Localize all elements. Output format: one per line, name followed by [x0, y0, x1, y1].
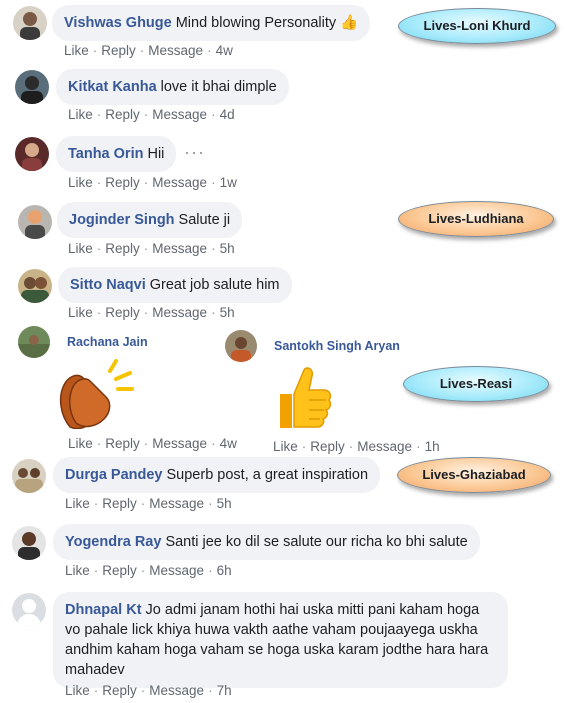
like-link[interactable]: Like: [68, 305, 93, 320]
avatar[interactable]: [15, 70, 49, 104]
like-link[interactable]: Like: [68, 175, 93, 190]
message-link[interactable]: Message: [148, 43, 203, 58]
comment-text: love it bhai dimple: [160, 79, 277, 95]
message-link[interactable]: Message: [152, 436, 207, 451]
comment-text: Great job salute him: [149, 277, 280, 293]
default-avatar-icon[interactable]: [12, 593, 46, 627]
like-link[interactable]: Like: [68, 241, 93, 256]
timestamp[interactable]: 5h: [217, 496, 232, 511]
avatar[interactable]: [18, 326, 50, 358]
timestamp[interactable]: 4d: [220, 107, 235, 122]
commenter-name[interactable]: Rachana Jain: [67, 335, 148, 349]
comment-actions: Like · Reply · Message · 4w: [64, 43, 233, 58]
comment-actions: Like · Reply · Message · 1w: [68, 175, 237, 190]
avatar[interactable]: [225, 330, 257, 362]
reply-link[interactable]: Reply: [105, 107, 140, 122]
comment-bubble: Yogendra Ray Santi jee ko dil se salute o…: [53, 524, 480, 560]
like-link[interactable]: Like: [65, 563, 90, 578]
comment-text: Hii: [147, 146, 165, 162]
timestamp[interactable]: 4w: [220, 436, 237, 451]
avatar[interactable]: [12, 459, 46, 493]
message-link[interactable]: Message: [149, 563, 204, 578]
comment-actions: Like · Reply · Message · 5h: [65, 496, 232, 511]
clapping-hands-sticker-icon: [56, 357, 136, 434]
location-tag: Lives-Ludhiana: [398, 201, 554, 237]
commenter-name[interactable]: Dhnapal Kt: [65, 602, 142, 618]
commenter-name[interactable]: Vishwas Ghuge: [64, 15, 172, 31]
comment-actions: Like · Reply · Message · 6h: [65, 563, 232, 578]
avatar[interactable]: [15, 137, 49, 171]
thumbs-up-sticker-icon: [272, 364, 334, 437]
location-tag: Lives-Reasi: [403, 366, 549, 402]
comment-actions: Like · Reply · Message · 5h: [68, 241, 235, 256]
comment-text: Santi jee ko dil se salute our richa ko …: [165, 534, 468, 550]
message-link[interactable]: Message: [149, 683, 204, 698]
avatar[interactable]: [12, 526, 46, 560]
more-options-icon[interactable]: ···: [184, 142, 205, 163]
comment-bubble: Dhnapal Kt Jo admi janam hothi hai uska m…: [53, 592, 508, 688]
comment-bubble: Vishwas Ghuge Mind blowing Personality 👍: [52, 5, 371, 41]
timestamp[interactable]: 1h: [425, 439, 440, 454]
reply-link[interactable]: Reply: [105, 241, 140, 256]
reply-link[interactable]: Reply: [105, 436, 140, 451]
comment-text: Salute ji: [178, 212, 231, 228]
comment-bubble: Tanha Orin Hii: [56, 136, 177, 172]
reply-link[interactable]: Reply: [105, 305, 140, 320]
timestamp[interactable]: 4w: [216, 43, 233, 58]
commenter-name[interactable]: Sitto Naqvi: [70, 277, 146, 293]
comment-bubble: Joginder Singh Salute ji: [57, 202, 243, 238]
comment-actions: Like · Reply · Message · 4w: [68, 436, 237, 451]
timestamp[interactable]: 5h: [220, 305, 235, 320]
location-tag: Lives-Loni Khurd: [398, 8, 556, 44]
avatar[interactable]: [18, 205, 52, 239]
like-link[interactable]: Like: [65, 683, 90, 698]
comment-actions: Like · Reply · Message · 1h: [273, 439, 440, 454]
commenter-name[interactable]: Joginder Singh: [69, 212, 175, 228]
like-link[interactable]: Like: [273, 439, 298, 454]
commenter-name[interactable]: Yogendra Ray: [65, 534, 161, 550]
reply-link[interactable]: Reply: [310, 439, 345, 454]
avatar[interactable]: [18, 269, 52, 303]
commenter-name[interactable]: Santokh Singh Aryan: [274, 339, 400, 353]
like-link[interactable]: Like: [68, 436, 93, 451]
comment-bubble: Sitto Naqvi Great job salute him: [58, 267, 292, 303]
comment-actions: Like · Reply · Message · 4d: [68, 107, 235, 122]
commenter-name[interactable]: Tanha Orin: [68, 146, 143, 162]
reply-link[interactable]: Reply: [105, 175, 140, 190]
message-link[interactable]: Message: [152, 107, 207, 122]
comment-actions: Like · Reply · Message · 5h: [68, 305, 235, 320]
message-link[interactable]: Message: [152, 305, 207, 320]
reply-link[interactable]: Reply: [101, 43, 136, 58]
commenter-name[interactable]: Durga Pandey: [65, 467, 163, 483]
reply-link[interactable]: Reply: [102, 683, 137, 698]
timestamp[interactable]: 6h: [217, 563, 232, 578]
comment-text: Mind blowing Personality: [175, 15, 337, 31]
thumbs-up-emoji-icon: 👍: [340, 15, 359, 31]
like-link[interactable]: Like: [68, 107, 93, 122]
comment-bubble: Durga Pandey Superb post, a great inspira…: [53, 457, 381, 493]
message-link[interactable]: Message: [357, 439, 412, 454]
timestamp[interactable]: 5h: [220, 241, 235, 256]
like-link[interactable]: Like: [65, 496, 90, 511]
avatar[interactable]: [13, 6, 47, 40]
comment-text: Superb post, a great inspiration: [166, 467, 369, 483]
reply-link[interactable]: Reply: [102, 496, 137, 511]
message-link[interactable]: Message: [152, 175, 207, 190]
comment-bubble: Kitkat Kanha love it bhai dimple: [56, 69, 289, 105]
message-link[interactable]: Message: [152, 241, 207, 256]
location-tag: Lives-Ghaziabad: [397, 457, 551, 493]
reply-link[interactable]: Reply: [102, 563, 137, 578]
comment-actions: Like · Reply · Message · 7h: [65, 683, 232, 698]
timestamp[interactable]: 7h: [217, 683, 232, 698]
commenter-name[interactable]: Kitkat Kanha: [68, 79, 157, 95]
timestamp[interactable]: 1w: [220, 175, 237, 190]
message-link[interactable]: Message: [149, 496, 204, 511]
like-link[interactable]: Like: [64, 43, 89, 58]
